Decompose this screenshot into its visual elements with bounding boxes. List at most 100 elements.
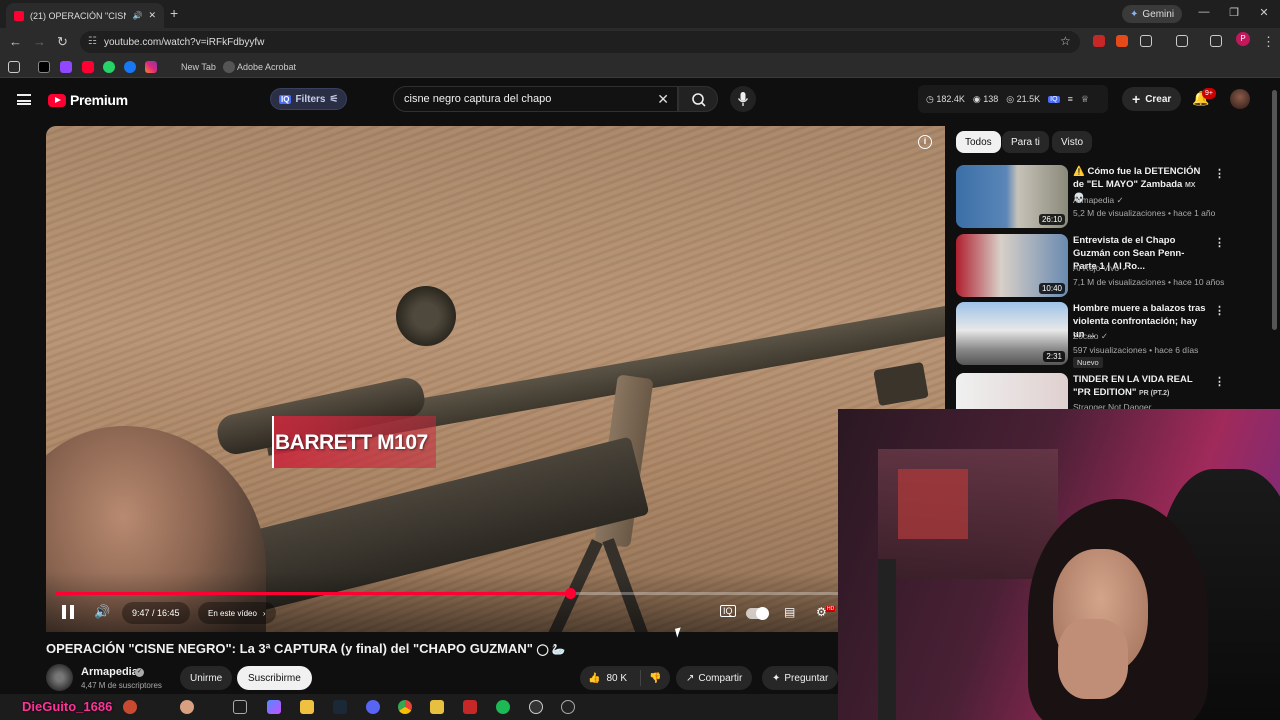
dislike-button[interactable]: 👎 <box>641 673 661 684</box>
account-avatar[interactable] <box>1230 89 1250 109</box>
thumbs-down-icon: 👎 <box>649 672 662 684</box>
microphone-icon <box>737 92 749 106</box>
menu-dots-icon[interactable]: ⋮ <box>1262 34 1275 50</box>
reading-list-icon[interactable] <box>1210 35 1222 47</box>
progress-bar[interactable] <box>56 588 936 599</box>
task-view-icon[interactable] <box>233 700 247 714</box>
channel-name[interactable]: Armapedia <box>81 666 138 678</box>
video-duration: 26:10 <box>1038 214 1065 225</box>
recommendation-title[interactable]: TINDER EN LA VIDA REAL "PR EDITION" PR (… <box>1073 373 1208 400</box>
hamburger-menu-icon[interactable] <box>17 94 31 105</box>
maximize-icon[interactable]: ❐ <box>1226 6 1242 19</box>
ext-iq-icon[interactable]: IQ <box>1048 95 1060 103</box>
iq-extension-icon[interactable]: IQ <box>720 605 736 617</box>
file-explorer-icon[interactable] <box>300 700 314 714</box>
info-icon[interactable]: i <box>918 135 932 149</box>
more-actions-icon[interactable]: ⋮ <box>1214 304 1225 317</box>
minimize-icon[interactable]: — <box>1196 6 1212 18</box>
channel-stats-widget[interactable]: ◷ 182.4K ◉ 138 ◎ 21.5K IQ ≡ ♕ <box>918 85 1108 113</box>
more-actions-icon[interactable]: ⋮ <box>1214 167 1225 180</box>
recommendation-thumbnail[interactable]: 2:31 <box>956 302 1068 365</box>
chip-todos[interactable]: Todos <box>956 131 1001 153</box>
sliders-icon: ⚟ <box>329 93 339 105</box>
chapter-label: En este vídeo <box>208 608 257 618</box>
sidepanel-icon[interactable] <box>1176 35 1188 47</box>
page-scrollbar[interactable] <box>1272 90 1277 330</box>
whatsapp-icon[interactable] <box>103 61 115 73</box>
app-icon[interactable] <box>463 700 477 714</box>
youtube-logo[interactable]: Premium <box>48 92 128 108</box>
subtitles-icon[interactable]: ▤ <box>784 605 795 619</box>
chapters-button[interactable]: En este vídeo › <box>198 602 276 624</box>
gemini-button[interactable]: ✦ Gemini <box>1122 5 1183 23</box>
extension-icon[interactable] <box>1116 35 1128 47</box>
youtube-icon[interactable] <box>82 61 94 73</box>
speaker-icon[interactable]: 🔊 <box>132 11 142 20</box>
more-actions-icon[interactable]: ⋮ <box>1214 375 1225 388</box>
instagram-icon[interactable] <box>145 61 157 73</box>
tab-close-icon[interactable]: ✕ <box>148 10 156 21</box>
channel-avatar[interactable] <box>46 664 73 691</box>
reload-icon[interactable]: ↻ <box>57 34 68 50</box>
autoplay-toggle[interactable] <box>746 607 769 620</box>
extensions-puzzle-icon[interactable] <box>1140 35 1152 47</box>
profile-icon[interactable]: P <box>1236 32 1250 46</box>
subscribe-button[interactable]: Suscribirme <box>237 666 312 690</box>
notes-icon[interactable] <box>430 700 444 714</box>
list-icon[interactable]: ≡ <box>1068 94 1073 104</box>
volume-icon[interactable]: 🔊 <box>94 604 110 620</box>
twitch-icon[interactable] <box>60 61 72 73</box>
trophy-icon[interactable]: ♕ <box>1081 94 1089 105</box>
facebook-icon[interactable] <box>124 61 136 73</box>
join-button[interactable]: Unirme <box>180 666 233 690</box>
site-info-icon[interactable]: ☷ <box>88 36 97 47</box>
ask-label: Preguntar <box>784 672 829 684</box>
extension-icon[interactable] <box>1093 35 1105 47</box>
taskbar: DieGuito_1686 <box>0 694 838 720</box>
recommendation-channel[interactable]: Armapedia ✓ <box>1073 195 1124 206</box>
obs-icon[interactable] <box>529 700 543 714</box>
emoji-icon: ◯ 🦢 <box>536 644 566 656</box>
chip-visto[interactable]: Visto <box>1052 131 1093 153</box>
share-button[interactable]: ↗ Compartir <box>676 666 753 690</box>
pause-button[interactable] <box>62 605 74 619</box>
forward-icon[interactable]: → <box>33 34 46 49</box>
search-input[interactable]: cisne negro captura del chapo ✕ <box>393 86 678 112</box>
clear-search-icon[interactable]: ✕ <box>657 91 669 108</box>
recommendation-channel[interactable]: Al Rojo Vivo ✓ <box>1073 263 1129 274</box>
video-player[interactable]: BARRETT M107 i 🔊 9:47 / 16:45 En este ví… <box>46 126 945 632</box>
steam-icon[interactable] <box>333 700 347 714</box>
scope-cap <box>396 286 456 346</box>
share-label: Compartir <box>698 672 743 684</box>
bookmark-new-tab[interactable]: New Tab <box>181 62 216 72</box>
x-icon[interactable] <box>38 61 50 73</box>
copilot-icon[interactable] <box>267 700 281 714</box>
back-icon[interactable]: ← <box>9 34 22 49</box>
close-window-icon[interactable]: ✕ <box>1256 6 1272 19</box>
apps-grid-icon[interactable] <box>8 61 20 73</box>
filters-button[interactable]: IQ Filters ⚟ <box>270 88 348 110</box>
likes-stat: ◉ 138 <box>972 93 999 104</box>
logo-text: Premium <box>70 92 128 108</box>
spotify-icon[interactable] <box>496 700 510 714</box>
more-actions-icon[interactable]: ⋮ <box>1214 236 1225 249</box>
recommendation-thumbnail[interactable]: 26:10 <box>956 165 1068 228</box>
recommendation-channel[interactable]: Zócalo ✓ <box>1073 331 1108 342</box>
bookmark-star-icon[interactable]: ☆ <box>1060 34 1071 48</box>
chrome-icon[interactable] <box>398 700 412 714</box>
new-tab-button[interactable]: + <box>170 5 178 21</box>
browser-tab[interactable]: (21) OPERACIÓN "CISNE NEGRO" 🔊 ✕ <box>6 3 164 28</box>
recommendation-thumbnail[interactable]: 10:40 <box>956 234 1068 297</box>
webcam-poster <box>898 469 968 539</box>
address-bar[interactable]: ☷ youtube.com/watch?v=iRFkFdbyyfw <box>80 31 1080 53</box>
discord-icon[interactable] <box>366 700 380 714</box>
bookmark-adobe-acrobat[interactable]: Adobe Acrobat <box>237 62 296 72</box>
chip-para-ti[interactable]: Para ti <box>1002 131 1049 153</box>
voice-search-button[interactable] <box>730 86 756 112</box>
create-button[interactable]: + Crear <box>1122 87 1182 111</box>
search-button[interactable] <box>678 86 718 112</box>
like-button[interactable]: 👍 80 K <box>580 673 640 684</box>
ask-button[interactable]: ✦ Preguntar <box>762 666 839 690</box>
app-icon[interactable] <box>561 700 575 714</box>
progress-scrubber[interactable] <box>564 588 576 599</box>
